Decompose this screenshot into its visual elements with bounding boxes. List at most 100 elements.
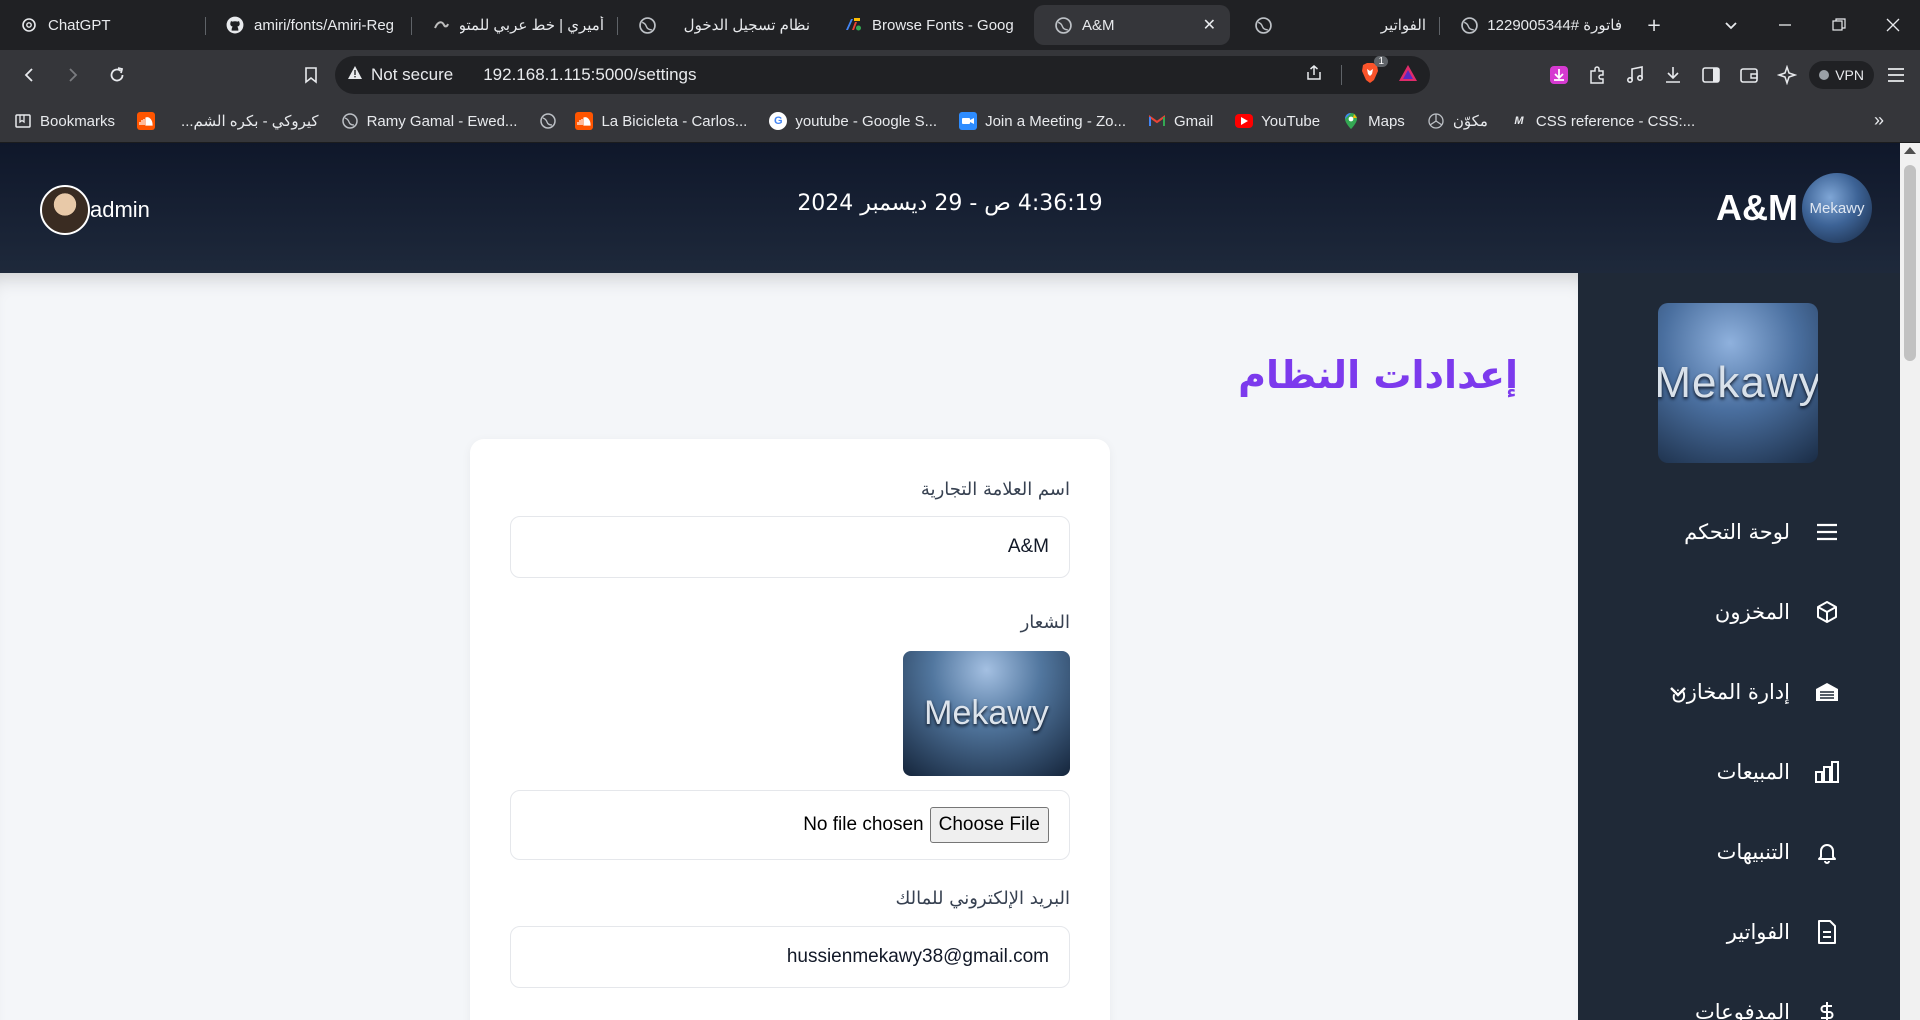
tab-amiri-font[interactable]: أميري | خط عربي للمتو (412, 5, 618, 45)
tab-github[interactable]: amiri/fonts/Amiri-Reg (206, 5, 412, 45)
sidebar-logo-text: Mekawy (1658, 358, 1818, 407)
close-tab-icon[interactable]: ✕ (1203, 15, 1216, 35)
puzzle-extensions-icon[interactable] (1581, 59, 1613, 91)
bookmark-label: Join a Meeting - Zo... (985, 112, 1126, 130)
new-tab-button[interactable]: + (1636, 0, 1672, 50)
datetime-display: 4:36:19 ص - 29 ديسمبر 2024 (797, 191, 1103, 216)
reload-icon[interactable] (98, 56, 136, 94)
sidebar-item-payments[interactable]: المدفوعات (1578, 972, 1900, 1020)
soundcloud-icon (575, 112, 594, 130)
logo-label: الشعار (1020, 612, 1070, 633)
tab-invoice-detail[interactable]: فاتورة #41229005344 (1440, 5, 1636, 45)
window-controls (1704, 0, 1920, 50)
downloads-icon[interactable] (1657, 59, 1689, 91)
sidebar-item-dashboard[interactable]: لوحة التحكم (1578, 492, 1900, 572)
bookmarks-folder-icon (14, 112, 32, 130)
wallet-icon[interactable] (1733, 59, 1765, 91)
more-bookmarks-icon[interactable]: » (1874, 110, 1884, 131)
back-icon[interactable] (10, 56, 48, 94)
scrollbar-thumb[interactable] (1904, 165, 1916, 361)
share-icon[interactable] (1305, 64, 1323, 87)
sidebar-item-label: الفواتير (1726, 920, 1790, 944)
scroll-up-arrow-icon[interactable] (1904, 147, 1916, 154)
globe-icon (1460, 16, 1478, 34)
vpn-button[interactable]: VPN (1809, 61, 1874, 89)
bookmark-item[interactable]: Maps (1342, 112, 1405, 130)
media-music-icon[interactable] (1619, 59, 1651, 91)
brave-rewards-icon[interactable] (1398, 64, 1418, 87)
document-icon (1814, 919, 1840, 945)
restore-icon[interactable] (1812, 0, 1866, 50)
bookmark-label: CSS reference - CSS:... (1535, 112, 1696, 130)
security-label[interactable]: Not secure (371, 65, 453, 85)
bookmark-item[interactable]: Join a Meeting - Zo... (959, 112, 1126, 130)
soundcloud-icon (137, 112, 156, 130)
page-title: إعدادات النظام (1238, 353, 1518, 397)
tab-google-fonts[interactable]: Browse Fonts - Goog (824, 5, 1030, 45)
leo-ai-icon[interactable] (1771, 59, 1803, 91)
bookmark-label: YouTube (1261, 112, 1321, 130)
forward-icon[interactable] (54, 56, 92, 94)
bookmark-item[interactable]: Ramy Gamal - Ewed... (341, 112, 518, 130)
bookmark-item[interactable]: La Bicicleta - Carlos... (575, 112, 747, 130)
no-file-label: No file chosen (803, 814, 924, 835)
mdn-icon: M (1514, 115, 1524, 127)
sidebar-item-inventory[interactable]: المخزون (1578, 572, 1900, 652)
bookmark-item[interactable]: Gmail (1148, 112, 1213, 130)
address-actions: 1 (1305, 55, 1418, 94)
owner-email-input[interactable]: hussienmekawy38@gmail.com (510, 926, 1070, 988)
brave-shields-icon[interactable]: 1 (1360, 55, 1388, 89)
bookmark-label: Ramy Gamal - Ewed... (366, 112, 518, 130)
bookmark-page-icon[interactable] (292, 56, 330, 94)
sidebar-item-label: إدارة المخازن (1671, 680, 1790, 704)
google-icon: G (769, 112, 788, 130)
bookmark-item[interactable]: مكوّن (1427, 112, 1488, 130)
globe-icon (341, 112, 359, 130)
warning-icon[interactable] (347, 65, 363, 85)
bookmark-item[interactable]: G youtube - Google S... (769, 112, 937, 130)
mercedes-icon (1427, 112, 1445, 130)
download-manager-icon[interactable] (1543, 59, 1575, 91)
tab-chatgpt[interactable]: ChatGPT (0, 5, 206, 45)
tab-title: أميري | خط عربي للمتو (460, 17, 604, 34)
youtube-icon (1235, 114, 1254, 128)
choose-file-button[interactable]: Choose File (929, 807, 1049, 843)
tab-am-active[interactable]: A&M ✕ (1034, 5, 1230, 45)
sidebar-item-invoices[interactable]: الفواتير (1578, 892, 1900, 972)
menu-hamburger-icon[interactable] (1880, 59, 1912, 91)
chevron-down-icon[interactable] (1668, 680, 1688, 704)
sidebar-toggle-icon[interactable] (1695, 59, 1727, 91)
brand-name: A&M (1716, 187, 1798, 228)
zoom-icon (959, 112, 978, 130)
bookmark-item[interactable]: M CSS reference - CSS:... (1510, 112, 1695, 130)
close-window-icon[interactable] (1866, 0, 1920, 50)
bookmark-folder[interactable]: Bookmarks (14, 112, 115, 130)
tab-title: فاتورة #41229005344 (1488, 17, 1622, 34)
tab-invoices[interactable]: الفواتير (1234, 5, 1440, 45)
google-fonts-icon (844, 16, 862, 34)
browser-toolbar: Not secure 192.168.1.115:5000/settings 1 (0, 50, 1920, 100)
bookmark-item[interactable]: YouTube (1235, 113, 1320, 130)
sidebar-item-warehouses[interactable]: إدارة المخازن (1578, 652, 1900, 732)
logo-file-input[interactable]: No file chosen Choose File (510, 790, 1070, 860)
bookmark-item[interactable]: كيروكي - بكره الشم... (181, 112, 319, 130)
bookmark-label: La Bicicleta - Carlos... (601, 112, 748, 130)
minimize-icon[interactable] (1758, 0, 1812, 50)
tab-login-system[interactable]: نظام تسجيل الدخول (618, 5, 824, 45)
tab-title: الفواتير (1380, 17, 1426, 34)
maps-icon (1342, 112, 1360, 130)
bookmark-item[interactable] (539, 112, 565, 130)
url-text[interactable]: 192.168.1.115:5000/settings (483, 65, 696, 85)
bookmark-item[interactable] (137, 112, 163, 130)
brand-name-label: اسم العلامة التجارية (920, 479, 1070, 500)
tab-search-chevron-icon[interactable] (1704, 0, 1758, 50)
page-scrollbar[interactable] (1900, 143, 1920, 1020)
sidebar-item-alerts[interactable]: التنبيهات (1578, 812, 1900, 892)
address-bar[interactable]: Not secure 192.168.1.115:5000/settings 1 (335, 55, 1430, 94)
tab-title: Browse Fonts - Goog (872, 16, 1014, 34)
brand[interactable]: A&M Mekawy (1716, 173, 1872, 243)
sidebar-item-label: المخزون (1714, 600, 1790, 624)
tab-title: نظام تسجيل الدخول (683, 17, 810, 34)
brand-name-input[interactable]: A&M (510, 516, 1070, 578)
sidebar-item-sales[interactable]: المبيعات (1578, 732, 1900, 812)
